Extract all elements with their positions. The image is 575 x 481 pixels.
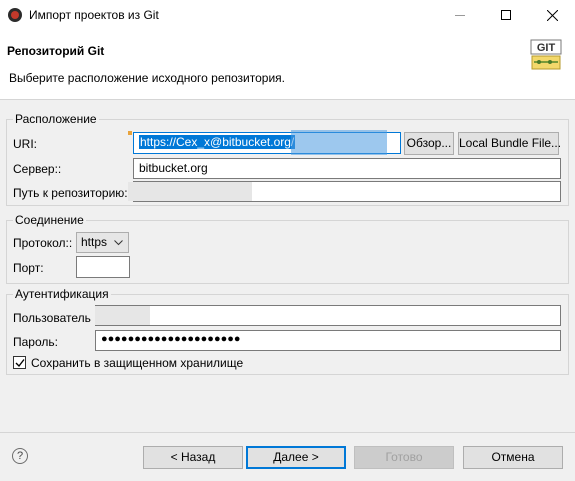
port-label: Порт: bbox=[13, 261, 44, 275]
title-bar: Импорт проектов из Git bbox=[0, 0, 575, 30]
content-assist-icon bbox=[128, 131, 132, 135]
user-label: Пользователь bbox=[13, 311, 91, 325]
uri-label: URI: bbox=[13, 137, 37, 151]
host-input[interactable]: bitbucket.org bbox=[133, 158, 561, 179]
maximize-icon bbox=[501, 10, 511, 20]
page-description: Выберите расположение исходного репозито… bbox=[9, 71, 285, 85]
git-logo-text: GIT bbox=[537, 42, 556, 54]
port-input[interactable] bbox=[76, 256, 130, 278]
help-icon[interactable]: ? bbox=[12, 448, 28, 464]
authentication-group-title: Аутентификация bbox=[13, 287, 111, 301]
repo-path-redacted bbox=[128, 182, 252, 201]
checkmark-icon bbox=[15, 359, 25, 368]
next-button[interactable]: Далее > bbox=[246, 446, 346, 469]
password-label: Пароль: bbox=[13, 335, 58, 349]
password-input[interactable]: ●●●●●●●●●●●●●●●●●●●●● bbox=[95, 330, 561, 351]
user-input[interactable] bbox=[95, 305, 561, 326]
host-label: Сервер:: bbox=[13, 162, 62, 176]
browse-button[interactable]: Обзор... bbox=[404, 132, 454, 155]
cancel-button[interactable]: Отмена bbox=[463, 446, 563, 469]
page-title: Репозиторий Git bbox=[7, 44, 105, 58]
uri-input-value: https://Cex_x@bitbucket.org/ bbox=[139, 135, 296, 149]
protocol-label: Протокол:: bbox=[13, 236, 73, 250]
protocol-select[interactable]: https bbox=[76, 232, 129, 253]
repo-path-label: Путь к репозиторию: bbox=[13, 186, 128, 200]
chevron-down-icon bbox=[114, 240, 123, 246]
user-redacted bbox=[95, 306, 150, 325]
local-bundle-file-button[interactable]: Local Bundle File... bbox=[458, 132, 561, 155]
location-group-title: Расположение bbox=[13, 112, 99, 126]
wizard-header: Репозиторий Git Выберите расположение ис… bbox=[0, 30, 575, 100]
connection-group-title: Соединение bbox=[13, 213, 86, 227]
footer-separator bbox=[0, 432, 575, 433]
window-title: Импорт проектов из Git bbox=[29, 8, 159, 22]
eclipse-app-icon bbox=[8, 8, 22, 22]
store-in-secure-storage-checkbox[interactable] bbox=[13, 356, 26, 369]
finish-button[interactable]: Готово bbox=[354, 446, 454, 469]
close-icon bbox=[547, 10, 558, 21]
close-button[interactable] bbox=[529, 0, 575, 30]
uri-redacted-area bbox=[291, 130, 387, 155]
maximize-button[interactable] bbox=[483, 0, 529, 30]
protocol-select-value: https bbox=[81, 235, 108, 249]
minimize-button[interactable] bbox=[437, 0, 483, 30]
store-in-secure-storage-label[interactable]: Сохранить в защищенном хранилище bbox=[31, 356, 243, 370]
minimize-icon bbox=[455, 15, 465, 16]
back-button[interactable]: < Назад bbox=[143, 446, 243, 469]
git-logo-icon: GIT bbox=[530, 39, 562, 70]
